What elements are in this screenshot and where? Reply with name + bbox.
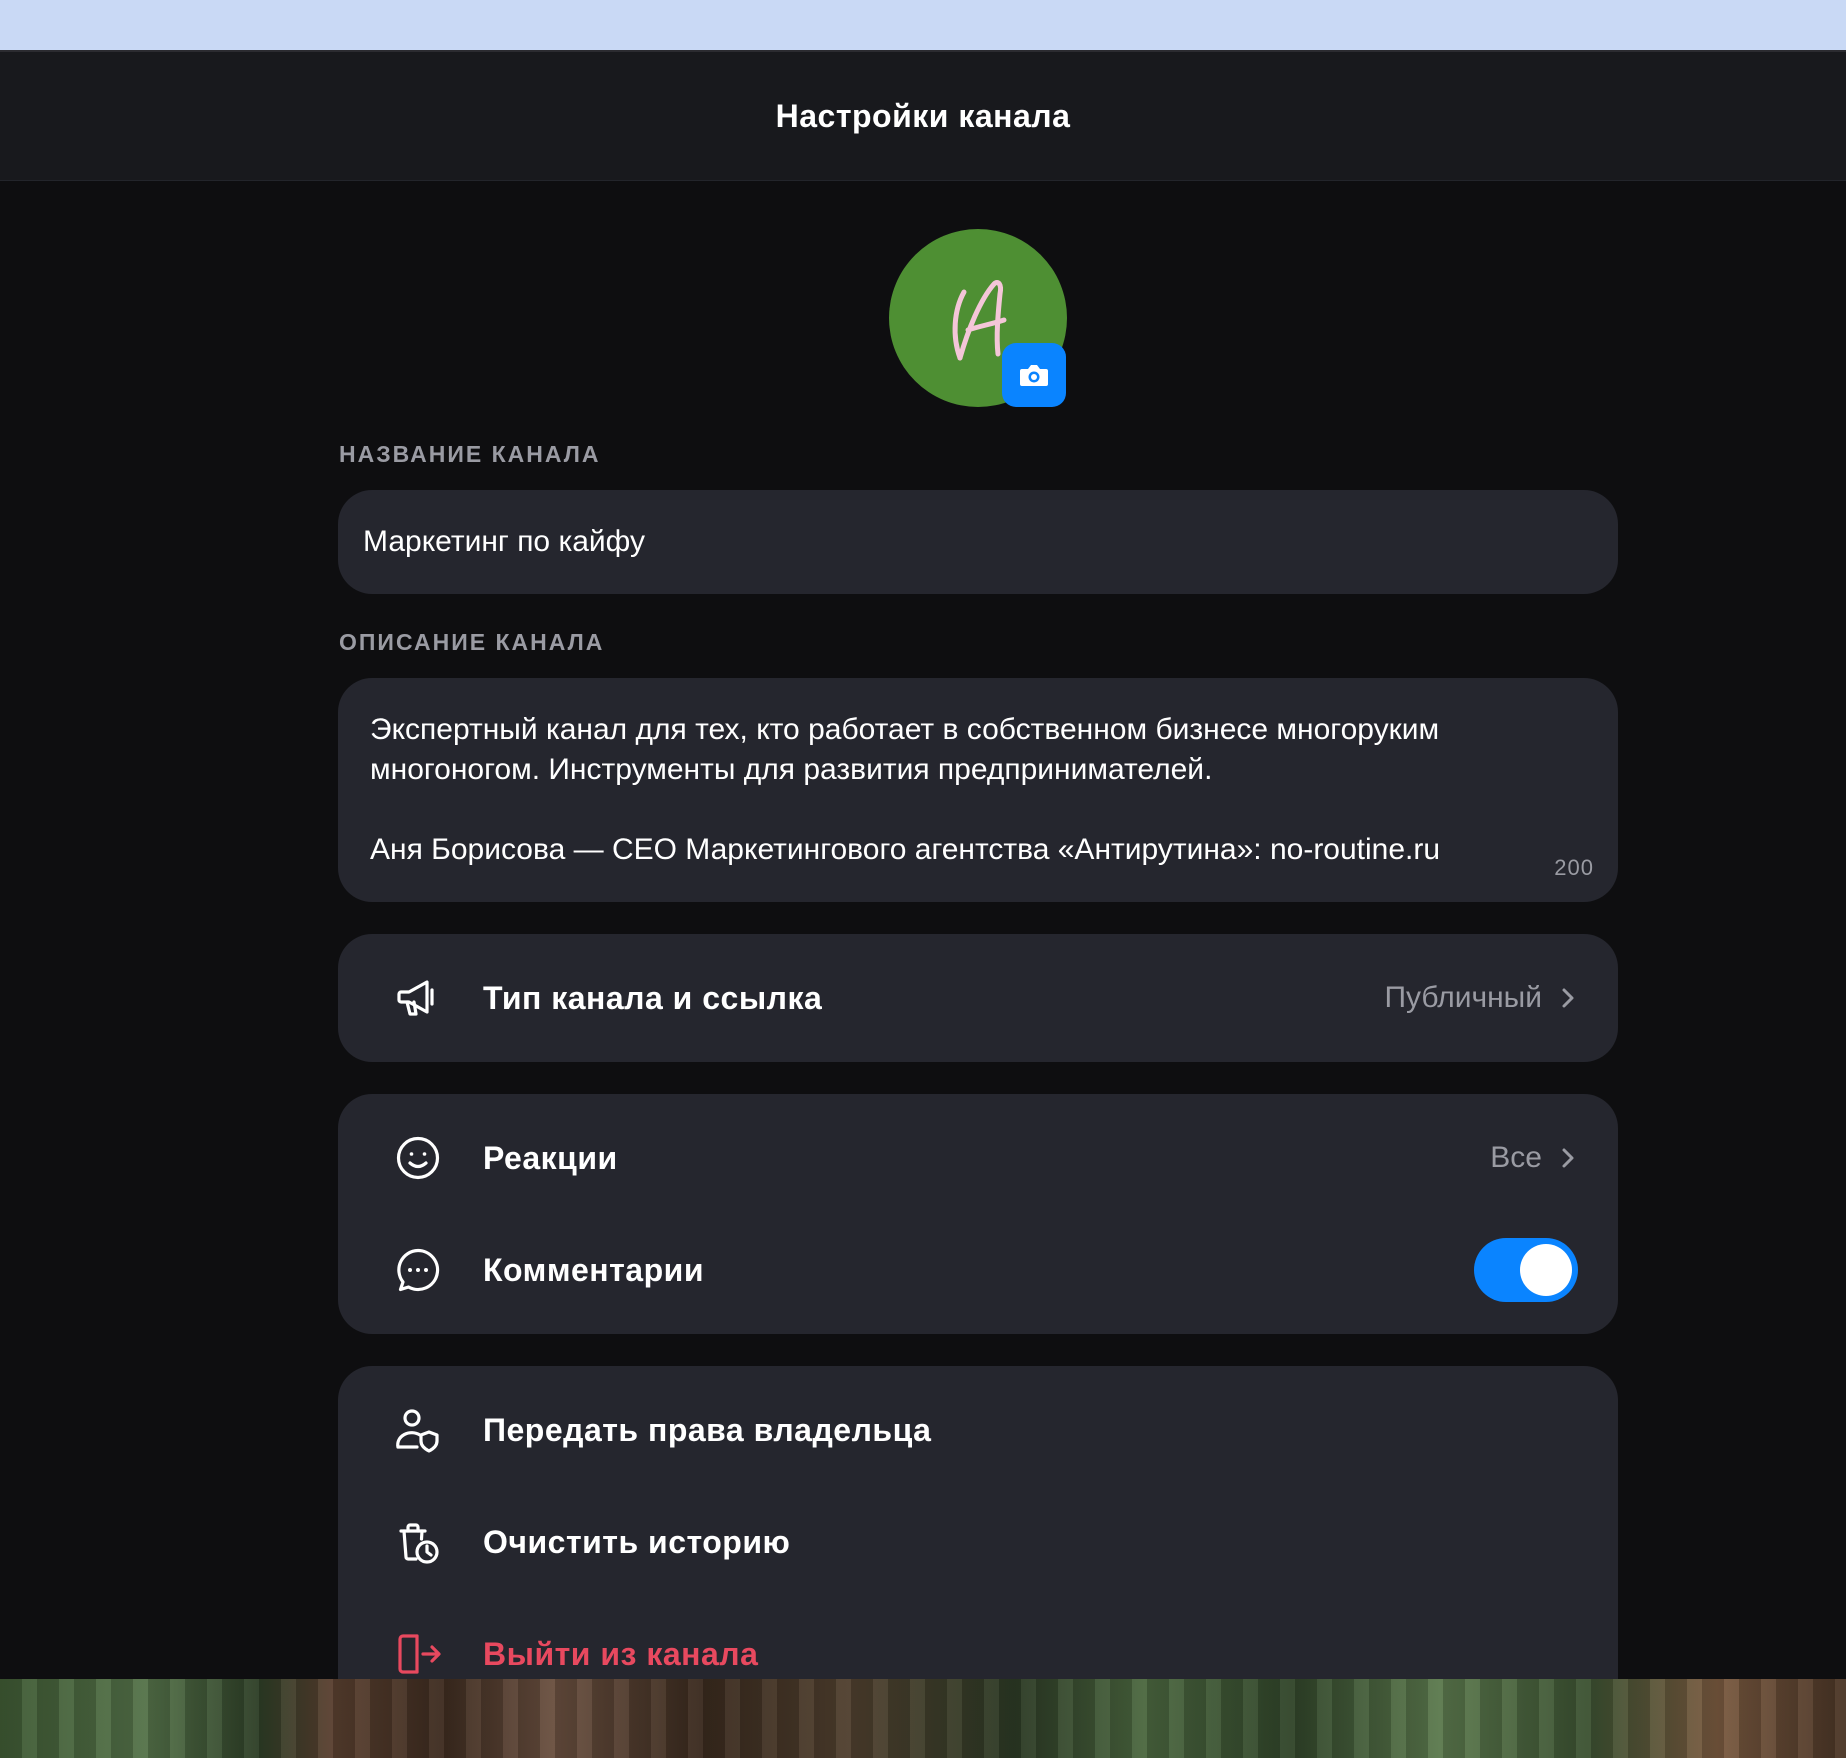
megaphone-icon — [394, 974, 442, 1022]
comment-icon — [394, 1246, 442, 1294]
channel-name-input[interactable]: Маркетинг по кайфу — [338, 490, 1618, 594]
char-counter: 200 — [1554, 855, 1594, 880]
exit-icon — [394, 1630, 442, 1678]
clear-history-icon — [394, 1518, 442, 1566]
actions-card: Передать права владельца Очистить истори… — [338, 1366, 1618, 1726]
change-photo-button[interactable] — [1002, 343, 1066, 407]
chevron-right-icon — [1562, 988, 1574, 1008]
channel-type-value: Публичный — [1384, 981, 1542, 1014]
browser-top-strip — [0, 0, 1846, 52]
comments-label: Комментарии — [483, 1251, 704, 1288]
channel-type-row[interactable]: Тип канала и ссылка Публичный — [338, 942, 1618, 1054]
reactions-value: Все — [1490, 1141, 1542, 1174]
user-shield-icon — [394, 1406, 442, 1454]
comments-toggle[interactable] — [1474, 1238, 1578, 1302]
description-line-1: Экспертный канал для тех, кто работает в… — [370, 713, 1440, 786]
page-header: Настройки канала — [0, 52, 1846, 181]
reactions-row[interactable]: Реакции Все — [338, 1102, 1618, 1214]
toggle-knob — [1520, 1244, 1572, 1296]
camera-icon — [1020, 365, 1048, 386]
chevron-right-icon — [1562, 1148, 1574, 1168]
transfer-ownership-row[interactable]: Передать права владельца — [338, 1374, 1618, 1486]
channel-name-value: Маркетинг по кайфу — [363, 525, 646, 558]
smiley-icon — [394, 1134, 442, 1182]
channel-description-label: ОПИСАНИЕ КАНАЛА — [339, 629, 605, 655]
interaction-settings-card: Реакции Все Комментарии — [338, 1094, 1618, 1334]
channel-name-label: НАЗВАНИЕ КАНАЛА — [339, 441, 601, 467]
transfer-ownership-label: Передать права владельца — [483, 1411, 932, 1448]
leave-channel-label: Выйти из канала — [483, 1635, 759, 1672]
clear-history-label: Очистить историю — [483, 1523, 791, 1560]
channel-type-card: Тип канала и ссылка Публичный — [338, 934, 1618, 1062]
channel-avatar-block[interactable] — [889, 229, 1067, 407]
page-title: Настройки канала — [775, 97, 1071, 134]
comments-row[interactable]: Комментарии — [338, 1214, 1618, 1326]
reactions-label: Реакции — [483, 1139, 618, 1176]
channel-type-label: Тип канала и ссылка — [483, 979, 823, 1016]
clear-history-row[interactable]: Очистить историю — [338, 1486, 1618, 1598]
channel-description-input[interactable]: Экспертный канал для тех, кто работает в… — [338, 678, 1618, 902]
description-line-2: Аня Борисова — CEO Маркетингового агентс… — [370, 833, 1441, 866]
background-photo-strip — [0, 1679, 1846, 1758]
